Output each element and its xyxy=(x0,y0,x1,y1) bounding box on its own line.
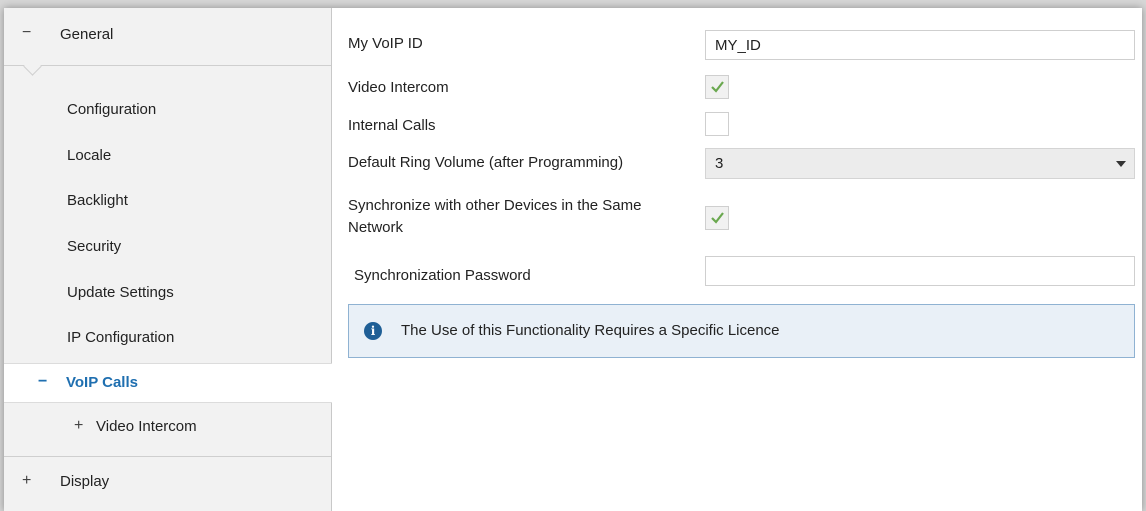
group-notch xyxy=(23,57,42,76)
internal-calls-checkbox[interactable] xyxy=(705,112,729,136)
main-panel: My VoIP ID Video Intercom Internal Calls… xyxy=(332,8,1142,511)
expand-icon[interactable]: + xyxy=(22,472,31,490)
sidebar-item-ip-configuration[interactable]: IP Configuration xyxy=(4,324,331,352)
sync-label: Synchronize with other Devices in the Sa… xyxy=(348,197,642,214)
sync-label-continued: Network xyxy=(348,219,404,236)
dropdown-arrow-icon xyxy=(1116,161,1126,167)
voip-id-input[interactable] xyxy=(705,30,1135,60)
ring-volume-select[interactable]: 3 xyxy=(705,148,1135,179)
ring-volume-label: Default Ring Volume (after Programming) xyxy=(348,154,624,171)
sidebar-item-security[interactable]: Security xyxy=(4,233,331,261)
sidebar-item-label: Video Intercom xyxy=(96,418,197,435)
collapse-icon[interactable]: − xyxy=(38,373,47,391)
sidebar-item-label: IP Configuration xyxy=(67,329,175,346)
sidebar-item-label: Configuration xyxy=(67,101,157,118)
info-icon: i xyxy=(364,322,382,340)
sidebar-item-backlight[interactable]: Backlight xyxy=(4,187,331,215)
divider xyxy=(4,456,331,457)
check-icon xyxy=(711,81,724,93)
internal-calls-label: Internal Calls xyxy=(348,117,436,134)
sidebar-item-display[interactable]: + Display xyxy=(4,470,331,498)
sync-password-input[interactable] xyxy=(705,256,1135,286)
sidebar-item-configuration[interactable]: Configuration xyxy=(4,96,331,124)
check-icon xyxy=(711,212,724,224)
sidebar: − General Configuration Locale Backlight… xyxy=(4,8,332,511)
collapse-icon[interactable]: − xyxy=(22,24,31,42)
window: − General Configuration Locale Backlight… xyxy=(4,8,1142,511)
sidebar-item-label: VoIP Calls xyxy=(66,374,138,391)
sidebar-item-label: Update Settings xyxy=(67,284,174,301)
info-text: The Use of this Functionality Requires a… xyxy=(401,322,780,339)
sidebar-item-voip-calls[interactable]: − VoIP Calls xyxy=(4,363,332,403)
licence-info-box: i The Use of this Functionality Requires… xyxy=(348,304,1135,358)
video-intercom-label: Video Intercom xyxy=(348,79,449,96)
expand-icon[interactable]: + xyxy=(74,417,83,435)
sidebar-item-label: Backlight xyxy=(67,192,128,209)
sidebar-item-locale[interactable]: Locale xyxy=(4,142,331,170)
sidebar-item-general[interactable]: − General xyxy=(4,22,331,50)
ring-volume-value: 3 xyxy=(715,155,724,172)
sync-checkbox[interactable] xyxy=(705,206,729,230)
video-intercom-checkbox[interactable] xyxy=(705,75,729,99)
sidebar-item-label: Display xyxy=(60,473,110,490)
sidebar-item-label: Locale xyxy=(67,147,112,164)
voip-id-label: My VoIP ID xyxy=(348,35,423,52)
sidebar-item-video-intercom[interactable]: + Video Intercom xyxy=(4,415,331,443)
sidebar-item-label: General xyxy=(60,26,114,43)
sidebar-item-update-settings[interactable]: Update Settings xyxy=(4,279,331,307)
sync-password-label: Synchronization Password xyxy=(354,267,531,284)
divider xyxy=(4,65,331,66)
sidebar-item-label: Security xyxy=(67,238,122,255)
